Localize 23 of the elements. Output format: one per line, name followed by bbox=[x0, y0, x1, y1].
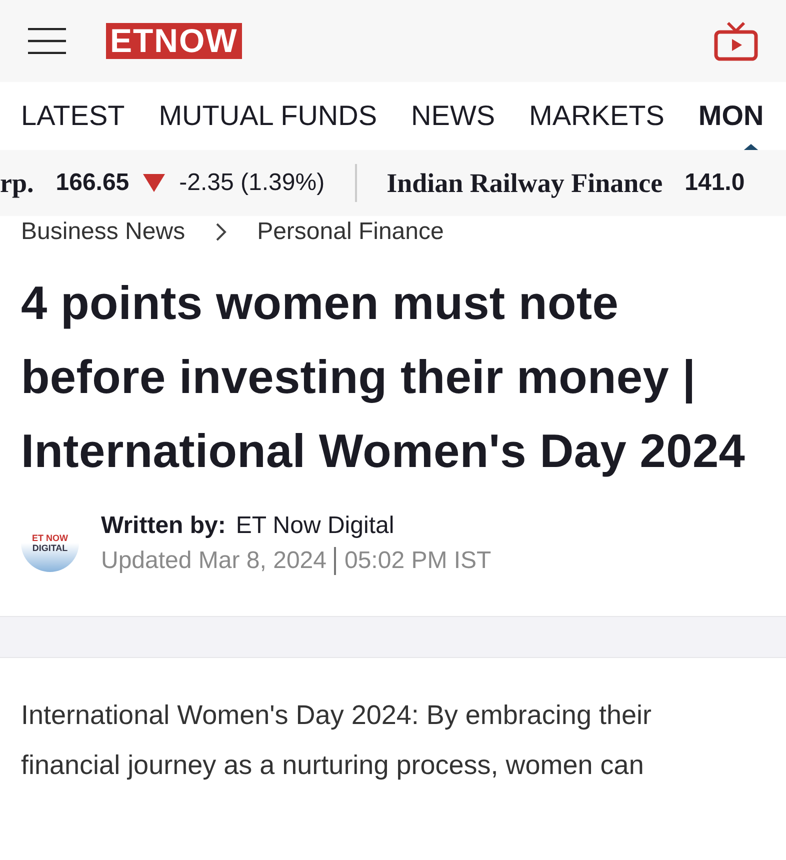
logo[interactable]: ETNOW bbox=[106, 23, 242, 59]
article-body: International Women's Day 2024: By embracing their financial journey as a nurturing process, women can bbox=[21, 699, 652, 782]
updated-date: Updated Mar 8, 2024 bbox=[101, 546, 326, 576]
avatar-text: DIGITAL bbox=[32, 543, 68, 553]
tv-icon[interactable] bbox=[714, 21, 758, 61]
author-name[interactable]: ET Now Digital bbox=[236, 508, 394, 543]
breadcrumb-link[interactable]: Business News bbox=[21, 218, 186, 246]
chevron-icon bbox=[215, 222, 228, 242]
nav-tab[interactable]: NEWS bbox=[411, 100, 496, 132]
article-title: 4 points women must note before investing their money | International Women's Day 2024 bbox=[21, 275, 746, 479]
breadcrumb-link[interactable]: Personal Finance bbox=[257, 218, 444, 246]
nav-tab[interactable]: MUTUAL FUNDS bbox=[158, 100, 378, 132]
nav-tab[interactable]: LATEST bbox=[21, 100, 125, 132]
stock-change: -2.35 (1.39%) bbox=[179, 169, 325, 197]
menu-icon[interactable] bbox=[28, 28, 66, 54]
avatar-text: ET NOW bbox=[32, 533, 68, 543]
stock-price: 166.65 bbox=[56, 169, 130, 197]
updated-time: 05:02 PM IST bbox=[344, 546, 492, 576]
stock-name[interactable]: Indian Railway Finance bbox=[386, 168, 663, 198]
byline-label: Written by: bbox=[101, 511, 226, 541]
stock-name[interactable]: rp. bbox=[0, 168, 34, 198]
stock-price: 141.0 bbox=[684, 169, 745, 197]
nav-tab[interactable]: MARKETS bbox=[529, 100, 664, 132]
